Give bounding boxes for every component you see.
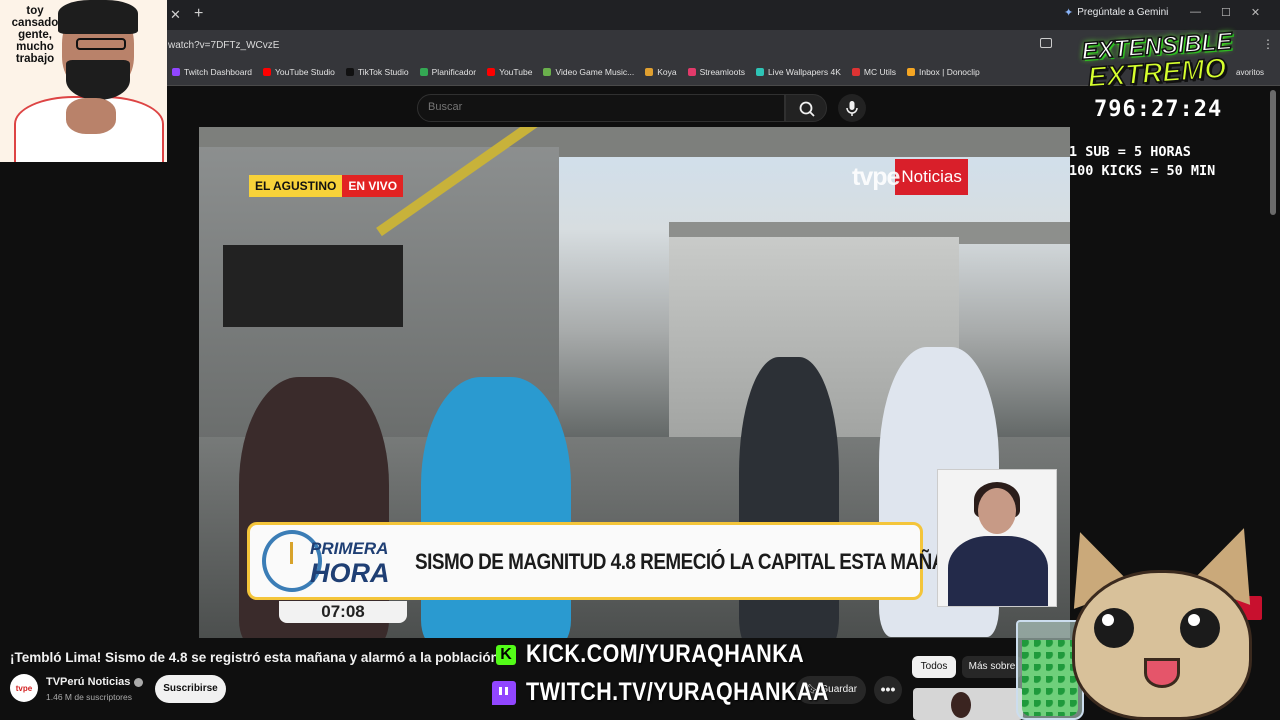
bookmark-favicon-icon bbox=[906, 68, 915, 76]
tvpe-logo: tvpe Noticias bbox=[852, 159, 968, 195]
video-title: ¡Tembló Lima! Sismo de 4.8 se registró e… bbox=[10, 650, 499, 665]
bookmark-item[interactable]: MC Utils bbox=[851, 67, 896, 77]
minimize-icon[interactable]: — bbox=[1190, 6, 1201, 19]
bookmark-item[interactable]: Inbox | Donoclip bbox=[906, 67, 980, 77]
gemini-spark-icon: ✦ bbox=[1064, 7, 1074, 19]
broadcast-time: 07:08 bbox=[279, 601, 407, 623]
location-text: EL AGUSTINO bbox=[249, 175, 343, 197]
tab-close-icon[interactable]: ✕ bbox=[170, 7, 181, 23]
noticias-brand: Noticias bbox=[895, 159, 968, 195]
subscriber-count: 1.46 M de suscriptores bbox=[46, 692, 132, 702]
bookmark-label: MC Utils bbox=[863, 67, 896, 77]
tvpe-brand: tvpe bbox=[852, 162, 900, 191]
search-box[interactable] bbox=[417, 94, 785, 122]
kick-url: KICK.COM/YURAQHANKA bbox=[526, 640, 805, 668]
channel-name-row[interactable]: TVPerú Noticias bbox=[46, 676, 144, 688]
live-badge: EN VIVO bbox=[342, 175, 404, 197]
bookmark-favicon-icon bbox=[172, 68, 180, 76]
bookmark-item[interactable]: Koya bbox=[645, 67, 677, 77]
bookmark-label: TikTok Studio bbox=[357, 67, 409, 77]
news-headline: SISMO DE MAGNITUD 4.8 REMECIÓ LA CAPITAL… bbox=[415, 549, 972, 574]
chip-all[interactable]: Todos bbox=[912, 656, 956, 678]
recommended-video-thumbnail[interactable] bbox=[913, 688, 1023, 720]
bookmark-label: YouTube bbox=[499, 67, 533, 77]
bookmark-item[interactable]: YouTube Studio bbox=[263, 67, 335, 77]
bookmark-item[interactable]: Video Game Music... bbox=[543, 67, 634, 77]
close-window-icon[interactable]: ✕ bbox=[1251, 6, 1260, 19]
video-player[interactable]: EL AGUSTINO EN VIVO tvpe Noticias PRIMER… bbox=[199, 127, 1070, 638]
bookmark-list: Twitch Dashboard YouTube Studio TikTok Stu… bbox=[172, 67, 980, 77]
maximize-icon[interactable]: ☐ bbox=[1221, 6, 1231, 19]
sign-language-interpreter bbox=[937, 469, 1057, 607]
subscribe-button[interactable]: Suscribirse bbox=[155, 675, 226, 703]
subathon-rates: 1 SUB = 5 HORAS 100 KICKS = 50 MIN bbox=[1069, 143, 1215, 181]
url-text[interactable]: watch?v=7DFTz_WCvzE bbox=[168, 40, 279, 51]
voice-search-button[interactable] bbox=[838, 94, 866, 122]
bookmark-item[interactable]: TikTok Studio bbox=[345, 67, 409, 77]
bookmark-item[interactable]: Streamloots bbox=[687, 67, 745, 77]
bookmark-label: Inbox | Donoclip bbox=[918, 67, 980, 77]
more-actions-button[interactable]: ••• bbox=[874, 676, 902, 704]
bookmark-item[interactable]: YouTube bbox=[487, 67, 532, 77]
bookmark-label: Koya bbox=[657, 67, 677, 77]
cat-mascot-icon bbox=[1049, 517, 1280, 720]
bookmark-label: YouTube Studio bbox=[275, 67, 335, 77]
gemini-button[interactable]: ✦ Pregúntale a Gemini bbox=[1064, 6, 1168, 19]
program-name-line2: HORA bbox=[310, 558, 390, 588]
lower-third: PRIMERA HORA SISMO DE MAGNITUD 4.8 REMEC… bbox=[247, 522, 972, 600]
microphone-icon bbox=[846, 101, 858, 116]
video-posters bbox=[223, 245, 403, 327]
bookmark-label: Video Game Music... bbox=[555, 67, 635, 77]
window-controls: — ☐ ✕ bbox=[1190, 6, 1260, 19]
page-scrollbar[interactable] bbox=[1270, 90, 1276, 215]
channel-avatar[interactable]: tvpe bbox=[10, 674, 38, 702]
browser-menu-icon[interactable]: ⋮ bbox=[1262, 37, 1274, 51]
kick-link: K KICK.COM/YURAQHANKA bbox=[496, 640, 849, 669]
bookmark-item[interactable]: Planificador bbox=[419, 67, 477, 77]
search-button[interactable] bbox=[785, 94, 827, 122]
chip-more-about[interactable]: Más sobre bbox=[962, 656, 1022, 678]
bookmark-item[interactable]: Twitch Dashboard bbox=[172, 67, 252, 77]
search-icon bbox=[799, 101, 815, 117]
browser-tab-bar: ✕ + ✦ Pregúntale a Gemini — ☐ ✕ bbox=[0, 0, 1280, 30]
facecam-caption: toy cansado gente, mucho trabajo bbox=[11, 5, 59, 65]
rate-subs: 1 SUB = 5 HORAS bbox=[1069, 144, 1191, 160]
bookmark-favicon-icon bbox=[263, 68, 272, 76]
bookmark-favicon-icon bbox=[851, 68, 860, 76]
location-tag: EL AGUSTINO EN VIVO bbox=[249, 175, 404, 197]
bookmark-favicon-icon bbox=[419, 68, 428, 76]
verified-icon bbox=[134, 677, 144, 687]
subathon-timer: 796:27:24 bbox=[1094, 97, 1223, 122]
bookmark-favicon-icon bbox=[543, 68, 552, 76]
gemini-label: Pregúntale a Gemini bbox=[1077, 7, 1169, 18]
channel-name[interactable]: TVPerú Noticias bbox=[46, 676, 130, 688]
bookmark-favicon-icon bbox=[687, 68, 696, 76]
bookmark-favicon-icon bbox=[645, 68, 654, 76]
cast-icon[interactable] bbox=[1040, 38, 1052, 48]
twitch-icon bbox=[492, 680, 516, 705]
bookmark-label: Twitch Dashboard bbox=[184, 67, 253, 77]
extensible-logo: EXTENSIBLE EXTREMO bbox=[1058, 27, 1256, 95]
streamer-facecam: toy cansado gente, mucho trabajo bbox=[0, 0, 167, 162]
bookmark-label: Streamloots bbox=[699, 67, 745, 77]
search-input[interactable] bbox=[428, 101, 768, 113]
twitch-url: TWITCH.TV/YURAQHANKAA bbox=[526, 678, 829, 706]
new-tab-icon[interactable]: + bbox=[194, 5, 203, 23]
screen: ✕ + ✦ Pregúntale a Gemini — ☐ ✕ watch?v=… bbox=[0, 0, 1280, 720]
program-name-line1: PRIMERA bbox=[310, 539, 389, 558]
bookmark-favicon-icon bbox=[487, 68, 496, 76]
bookmark-item[interactable]: Live Wallpapers 4K bbox=[755, 67, 841, 77]
bookmark-favicon-icon bbox=[345, 68, 354, 76]
kick-icon: K bbox=[496, 644, 516, 665]
bookmark-favicon-icon bbox=[755, 68, 764, 76]
bookmark-label: Live Wallpapers 4K bbox=[767, 67, 841, 77]
rate-kicks: 100 KICKS = 50 MIN bbox=[1069, 163, 1216, 179]
twitch-link: TWITCH.TV/YURAQHANKAA bbox=[492, 678, 878, 707]
bookmark-label: Planificador bbox=[431, 67, 477, 77]
